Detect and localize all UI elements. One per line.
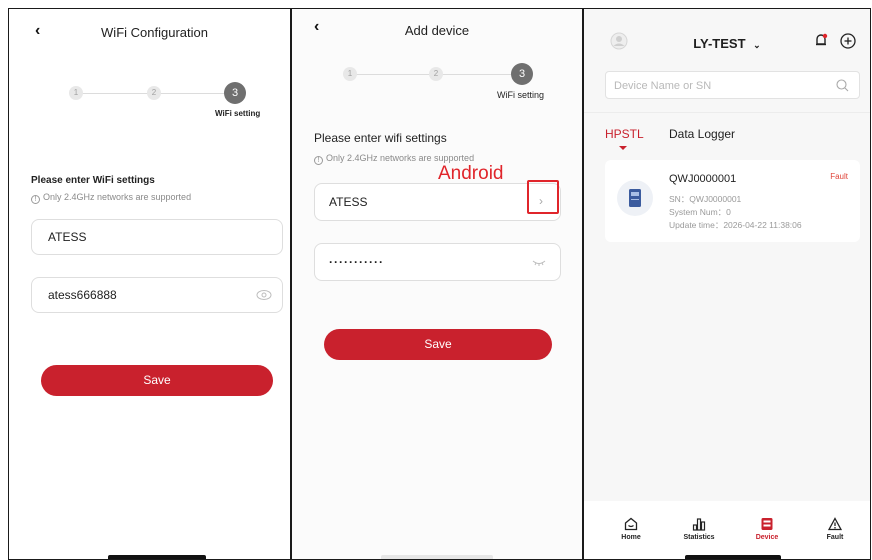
- ssid-value: ATESS: [48, 230, 87, 244]
- device-card[interactable]: QWJ0000001 Fault SN：QWJ0000001 System Nu…: [605, 160, 860, 242]
- add-icon[interactable]: [840, 33, 856, 49]
- nav-fault-label: Fault: [826, 534, 844, 541]
- add-device-screen: ‹ Add device 1 2 3 WiFi setting Please e…: [291, 8, 583, 560]
- step-3-label: WiFi setting: [215, 109, 261, 118]
- save-button[interactable]: Save: [41, 365, 273, 396]
- tab-data-logger[interactable]: Data Logger: [669, 127, 735, 141]
- password-value: atess666888: [48, 288, 117, 302]
- ssid-field[interactable]: ATESS ›: [314, 180, 561, 221]
- eye-closed-icon[interactable]: [532, 260, 546, 266]
- tab-hpstl[interactable]: HPSTL: [605, 127, 644, 141]
- android-annotation: Android: [438, 163, 504, 184]
- ssid-field[interactable]: ATESS: [31, 219, 283, 255]
- device-update-time: Update time：2026-04-22 11:38:06: [669, 220, 802, 230]
- save-button[interactable]: Save: [324, 329, 552, 360]
- nav-home[interactable]: Home: [606, 517, 656, 541]
- inverter-icon: [629, 189, 641, 207]
- device-sn: SN：QWJ0000001: [669, 194, 742, 204]
- nav-statistics[interactable]: Statistics: [674, 517, 724, 541]
- eye-icon[interactable]: [256, 289, 272, 301]
- device-list-screen: LY-TEST ⌄ Device Name or SN HPSTL Data L…: [583, 8, 871, 560]
- nav-device[interactable]: Device: [742, 517, 792, 541]
- nav-home-label: Home: [621, 534, 641, 541]
- section-title: Please enter wifi settings: [314, 131, 447, 145]
- info-icon: !: [31, 195, 40, 204]
- step-1: 1: [343, 67, 357, 81]
- step-3: 3: [511, 63, 533, 85]
- divider: [584, 112, 870, 113]
- home-indicator: [685, 555, 781, 559]
- project-title: LY-TEST: [693, 36, 746, 51]
- device-thumbnail: [617, 180, 653, 216]
- info-icon: !: [314, 156, 323, 165]
- note-text: Only 2.4GHz networks are supported: [43, 192, 192, 202]
- device-icon: [761, 518, 773, 530]
- page-title: WiFi Configuration: [101, 25, 208, 40]
- step-2: 2: [429, 67, 443, 81]
- search-placeholder: Device Name or SN: [614, 80, 712, 92]
- bell-icon[interactable]: [814, 33, 828, 49]
- home-indicator: [108, 555, 206, 559]
- header: ‹ WiFi Configuration: [9, 9, 290, 55]
- chevron-right-icon[interactable]: ›: [539, 194, 543, 208]
- chevron-down-icon: ⌄: [753, 40, 761, 50]
- warning-icon: [828, 517, 842, 531]
- step-3-label: WiFi setting: [497, 90, 545, 100]
- highlight-box: [527, 180, 559, 214]
- search-icon[interactable]: [836, 79, 849, 92]
- active-tab-indicator: [619, 146, 627, 150]
- password-field[interactable]: ···········: [314, 243, 561, 281]
- home-indicator: [381, 555, 493, 559]
- step-1: 1: [69, 86, 83, 100]
- home-icon: [624, 517, 638, 531]
- search-input[interactable]: Device Name or SN: [605, 71, 860, 99]
- status-badge: Fault: [830, 172, 848, 181]
- header: ‹ Add device: [292, 9, 582, 55]
- section-title: Please enter WiFi settings: [31, 175, 155, 186]
- device-name: QWJ0000001: [669, 173, 737, 185]
- statistics-icon: [692, 518, 706, 531]
- page-title: Add device: [404, 23, 470, 38]
- password-masked: ···········: [329, 255, 384, 269]
- nav-device-label: Device: [755, 534, 779, 541]
- step-2: 2: [147, 86, 161, 100]
- step-3: 3: [224, 82, 246, 104]
- password-field[interactable]: atess666888: [31, 277, 283, 313]
- device-system-num: System Num：0: [669, 207, 731, 217]
- ssid-value: ATESS: [329, 195, 368, 209]
- wifi-configuration-screen: ‹ WiFi Configuration 1 2 3 WiFi setting …: [8, 8, 291, 560]
- note-text: Only 2.4GHz networks are supported: [326, 153, 475, 163]
- nav-statistics-label: Statistics: [683, 534, 715, 541]
- nav-fault[interactable]: Fault: [810, 517, 860, 541]
- network-note: ! Only 2.4GHz networks are supported: [31, 192, 191, 204]
